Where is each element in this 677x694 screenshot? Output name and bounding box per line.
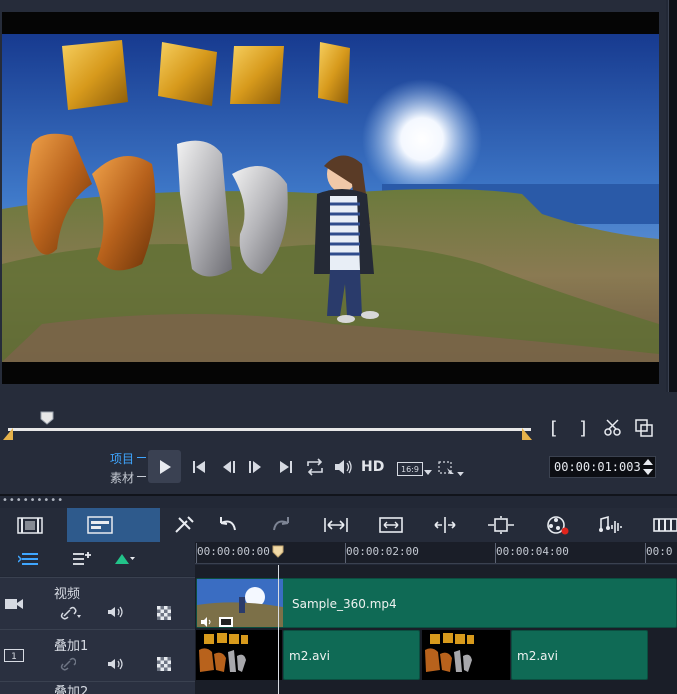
timeline-view-icon[interactable] (87, 510, 113, 540)
ruler-tick-label: 00:00:00:00 (197, 545, 270, 558)
mode-clip-label[interactable]: 素材 (110, 469, 134, 486)
video-track-icon (5, 599, 23, 609)
play-button[interactable] (148, 450, 181, 483)
mode-clip-indicator (137, 476, 146, 477)
track-transparency-icon[interactable] (157, 657, 171, 671)
go-to-end-icon[interactable] (278, 459, 294, 475)
hd-preview-toggle[interactable]: HD (361, 459, 384, 475)
timecode-field[interactable]: 00:00:01:003 (549, 456, 656, 478)
link-icon[interactable] (60, 606, 82, 620)
undo-icon[interactable] (216, 510, 238, 540)
overlay-clip-label: m2.avi (517, 649, 558, 663)
record-capture-icon[interactable] (544, 510, 570, 540)
timeline-playhead-line (278, 565, 279, 694)
multi-camera-icon[interactable] (652, 510, 677, 540)
ruler-tick-label: 00:00:04:00 (496, 545, 569, 558)
go-to-start-icon[interactable] (191, 459, 207, 475)
chevron-down-icon[interactable] (424, 470, 432, 476)
next-frame-icon[interactable] (247, 459, 263, 475)
link-icon[interactable] (60, 657, 76, 671)
overlay1-track-header[interactable] (0, 629, 195, 681)
mark-out-button[interactable]: ] (578, 418, 589, 439)
resize-grip[interactable]: ••••••••• (2, 496, 64, 506)
preview-image (2, 34, 659, 362)
add-remove-chapter-icon[interactable] (72, 551, 92, 567)
track-transparency-icon[interactable] (157, 606, 171, 620)
timecode-value: 00:00:01:003 (554, 460, 641, 474)
overlay2-track-name-clip: 叠加2 (54, 683, 114, 694)
mode-project-indicator (137, 457, 146, 458)
chevron-down-icon[interactable] (457, 472, 464, 477)
tools-icon[interactable] (173, 510, 197, 540)
track-audio-icon[interactable] (107, 605, 125, 619)
fit-project-icon[interactable] (323, 510, 349, 540)
video-track-header[interactable] (0, 577, 195, 629)
ruler-tick-label: 00:00:02:00 (346, 545, 419, 558)
overlay2-track-name: 叠加2 (54, 685, 89, 694)
previous-frame-icon[interactable] (221, 459, 237, 475)
timeline-playhead-handle[interactable] (272, 545, 284, 558)
overlay-clip-thumbnail (196, 630, 282, 680)
video-track-name: 视频 (54, 587, 81, 602)
overlay1-track-name: 叠加1 (54, 639, 89, 654)
volume-icon[interactable] (333, 458, 353, 476)
clip-360-icon (219, 617, 233, 627)
ripple-markers-icon[interactable] (113, 551, 135, 567)
player-controls-panel (0, 392, 677, 494)
selection-tool-icon[interactable] (437, 460, 457, 478)
scrub-playhead-handle[interactable] (40, 411, 54, 425)
aspect-ratio-button[interactable]: 16:9 (397, 462, 423, 476)
timecode-stepper-icon[interactable] (642, 457, 654, 477)
track-manager-icon[interactable] (18, 551, 40, 567)
copy-enlarge-icon[interactable] (634, 418, 654, 438)
side-panel-edge (668, 0, 677, 392)
overlay-clip-label: m2.avi (289, 649, 330, 663)
repeat-icon[interactable] (305, 458, 325, 476)
panel-divider[interactable] (0, 494, 677, 496)
mark-in-button[interactable]: [ (548, 418, 559, 439)
ripple-edit-icon[interactable] (432, 510, 458, 540)
video-editor-window: [ ] 项目 素材 HD 16:9 00:00:01:003 •••••••••… (0, 0, 677, 694)
mode-project-label[interactable]: 项目 (110, 450, 134, 467)
overlay1-track-number: 1 (11, 651, 17, 662)
snap-icon[interactable] (487, 510, 515, 540)
storyboard-view-icon[interactable] (17, 510, 43, 540)
overlay-clip-thumbnail (422, 630, 510, 680)
clip-audio-icon (201, 617, 211, 627)
track-audio-icon[interactable] (107, 657, 125, 671)
fit-window-icon[interactable] (378, 510, 404, 540)
redo-icon[interactable] (271, 510, 293, 540)
ruler-tick-label: 00:0 (646, 545, 673, 558)
timeline-view-tab-active[interactable] (67, 508, 160, 542)
video-clip-label: Sample_360.mp4 (292, 597, 397, 611)
play-icon (159, 459, 171, 474)
scrub-bar[interactable] (8, 428, 531, 431)
audio-mixer-icon[interactable] (598, 510, 624, 540)
preview-video-frame[interactable] (2, 34, 659, 362)
scissors-icon[interactable] (603, 418, 623, 438)
